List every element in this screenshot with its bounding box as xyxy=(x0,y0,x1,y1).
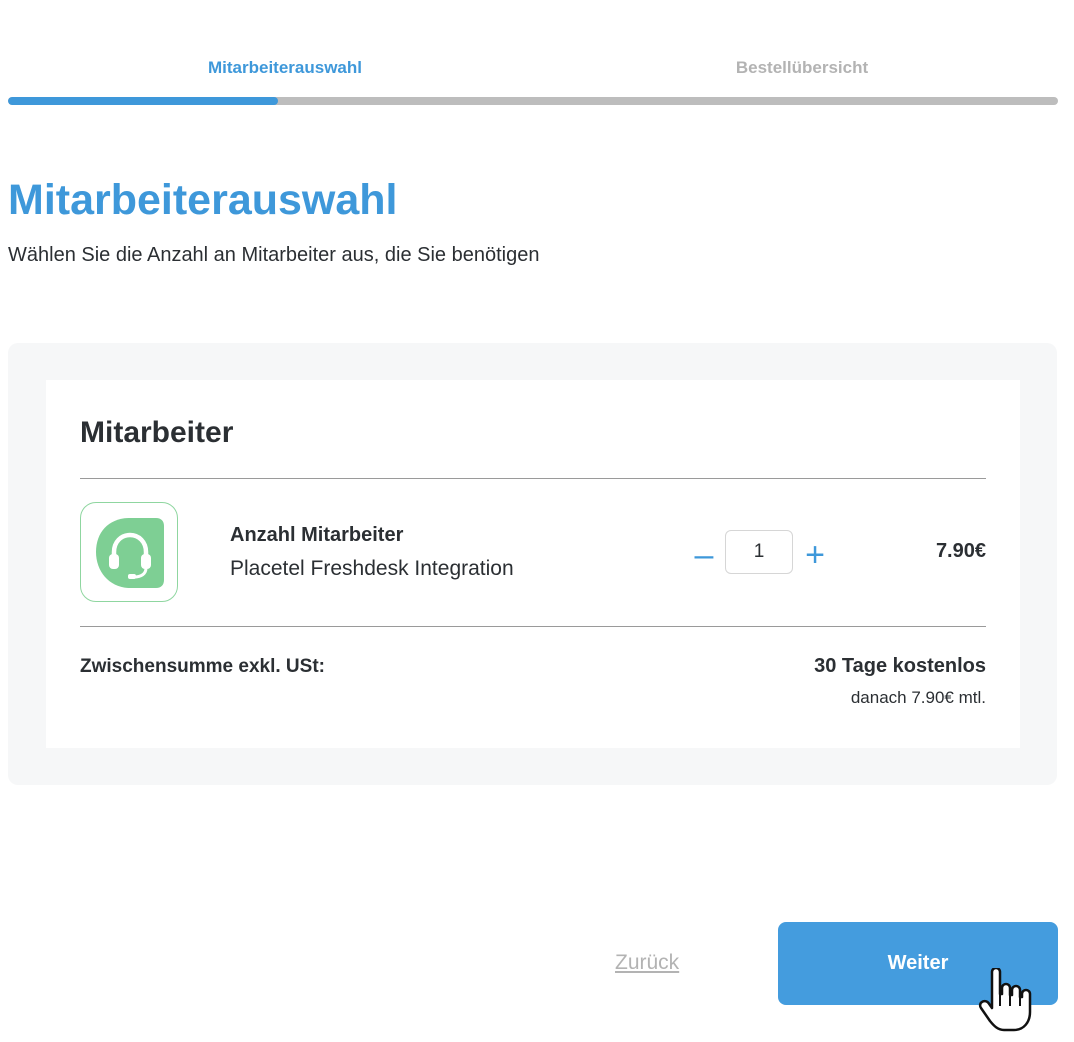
page-title: Mitarbeiterauswahl xyxy=(8,176,398,224)
product-name: Anzahl Mitarbeiter xyxy=(230,524,404,546)
back-link[interactable]: Zurück xyxy=(615,951,679,975)
selection-panel: Mitarbeiter Anzahl Mitarbeiter Placetel … xyxy=(8,343,1057,785)
page-subtitle: Wählen Sie die Anzahl an Mitarbeiter aus… xyxy=(8,244,540,266)
quantity-input[interactable] xyxy=(725,530,793,574)
divider xyxy=(80,626,986,627)
card-title: Mitarbeiter xyxy=(80,416,234,449)
employees-card: Mitarbeiter Anzahl Mitarbeiter Placetel … xyxy=(46,380,1020,748)
quantity-increase-button[interactable]: + xyxy=(800,538,830,572)
step-bestelluebersicht: Bestellübersicht xyxy=(735,58,869,77)
progress-bar xyxy=(8,97,1058,105)
subtotal-label: Zwischensumme exkl. USt: xyxy=(80,656,325,677)
product-description: Placetel Freshdesk Integration xyxy=(230,557,514,580)
step-mitarbeiterauswahl: Mitarbeiterauswahl xyxy=(208,58,362,77)
product-price: 7.90€ xyxy=(935,540,986,562)
next-button[interactable]: Weiter xyxy=(778,922,1058,1005)
subtotal-note: danach 7.90€ mtl. xyxy=(850,688,986,707)
progress-bar-fill xyxy=(8,97,278,105)
subtotal-value: 30 Tage kostenlos xyxy=(814,655,986,677)
product-icon-tile xyxy=(80,502,178,602)
headset-icon xyxy=(96,518,164,588)
divider xyxy=(80,478,986,479)
quantity-decrease-button[interactable]: – xyxy=(689,538,719,572)
progress-steps: Mitarbeiterauswahl Bestellübersicht xyxy=(8,0,1058,106)
